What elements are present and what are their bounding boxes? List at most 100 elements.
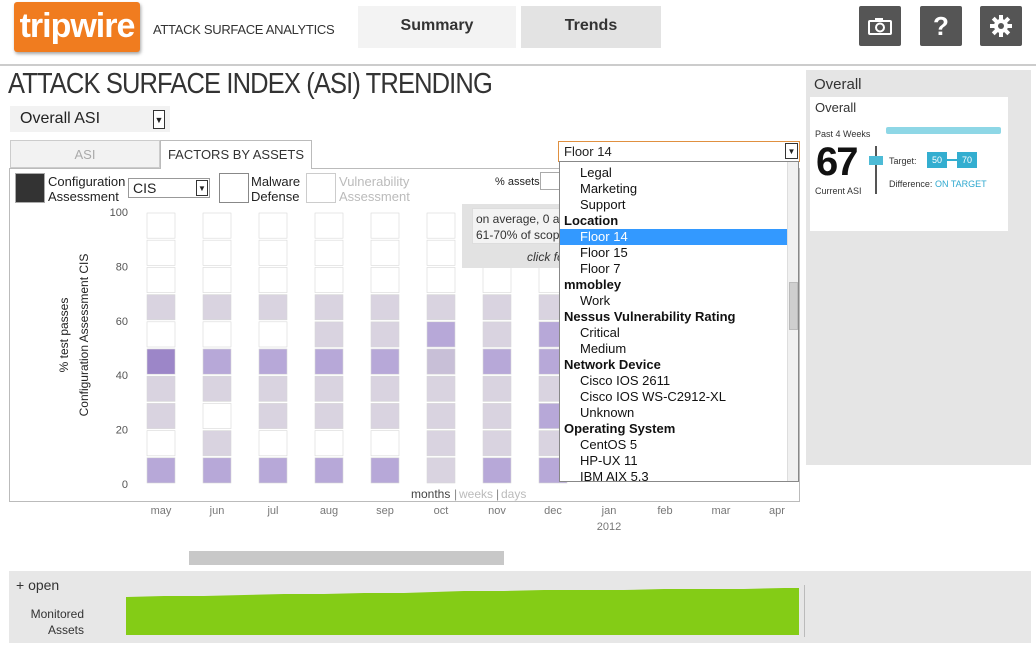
tab-trends[interactable]: Trends [521,6,661,48]
granularity-months[interactable]: months [411,487,450,501]
heatmap-cell[interactable] [146,212,176,239]
heatmap-cell[interactable] [146,321,176,348]
granularity-days[interactable]: days [501,487,526,501]
settings-button[interactable] [980,6,1022,46]
heatmap-cell[interactable] [146,457,176,484]
heatmap-cell[interactable] [482,457,512,484]
heatmap-cell[interactable] [314,375,344,402]
heatmap-cell[interactable] [314,239,344,266]
heatmap-cell[interactable] [482,321,512,348]
heatmap-cell[interactable] [482,267,512,293]
heatmap-cell[interactable] [370,294,400,321]
heatmap-cell[interactable] [146,239,176,266]
heatmap-cell[interactable] [370,403,400,429]
scrollbar-thumb[interactable] [789,282,798,330]
asset-filter-select[interactable]: Floor 14 [558,141,800,162]
heatmap-cell[interactable] [202,430,232,457]
heatmap-cell[interactable] [146,348,176,375]
dropdown-option[interactable]: Floor 7 [560,261,787,277]
chevron-down-icon[interactable]: ▼ [785,143,798,159]
heatmap-cell[interactable] [314,430,344,457]
dropdown-option[interactable]: Legal [560,165,787,181]
vulnerability-assessment-toggle[interactable] [306,173,336,203]
heatmap-cell[interactable] [370,457,400,484]
heatmap-cell[interactable] [202,348,232,375]
help-button[interactable]: ? [920,6,962,46]
heatmap-cell[interactable] [314,212,344,239]
camera-button[interactable] [859,6,901,46]
heatmap-cell[interactable] [370,375,400,402]
heatmap-cell[interactable] [202,212,232,239]
config-assessment-toggle[interactable] [15,173,45,203]
heatmap-cell[interactable] [482,375,512,402]
dropdown-option[interactable]: Floor 14 [560,229,787,245]
heatmap-cell[interactable] [202,403,232,429]
dropdown-option[interactable]: Critical [560,325,787,341]
heatmap-cell[interactable] [314,321,344,348]
heatmap-cell[interactable] [482,348,512,375]
subtab-factors-by-assets[interactable]: FACTORS BY ASSETS [160,140,312,169]
heatmap-cell[interactable] [426,212,456,239]
heatmap-cell[interactable] [370,348,400,375]
granularity-weeks[interactable]: weeks [458,487,493,501]
heatmap-cell[interactable] [258,212,288,239]
heatmap-cell[interactable] [314,348,344,375]
heatmap-cell[interactable] [370,212,400,239]
dropdown-scrollbar[interactable] [787,162,798,481]
heatmap-cell[interactable] [314,294,344,321]
dropdown-option[interactable]: Cisco IOS WS-C2912-XL [560,389,787,405]
dropdown-option[interactable]: Unknown [560,405,787,421]
tab-summary[interactable]: Summary [358,6,516,48]
heatmap-cell[interactable] [314,267,344,293]
heatmap-cell[interactable] [482,403,512,429]
heatmap-cell[interactable] [146,430,176,457]
heatmap-cell[interactable] [370,430,400,457]
heatmap-cell[interactable] [202,267,232,293]
heatmap-cell[interactable] [258,375,288,402]
heatmap-cell[interactable] [258,239,288,266]
heatmap-cell[interactable] [370,267,400,293]
horizontal-scrollbar[interactable] [189,551,504,565]
dropdown-option[interactable]: Floor 15 [560,245,787,261]
dropdown-option[interactable]: Marketing [560,181,787,197]
heatmap-cell[interactable] [426,348,456,375]
chevron-down-icon[interactable]: ▼ [196,180,208,196]
heatmap-cell[interactable] [426,267,456,293]
heatmap-cell[interactable] [426,430,456,457]
asset-filter-dropdown[interactable]: Legal Marketing Support Location Floor 14 Flo… [559,161,799,482]
dropdown-option[interactable]: Medium [560,341,787,357]
heatmap-cell[interactable] [258,321,288,348]
subtab-asi[interactable]: ASI [10,140,160,168]
dropdown-option[interactable]: IBM AIX 5.3 [560,469,787,481]
heatmap-cell[interactable] [258,457,288,484]
heatmap-cell[interactable] [258,348,288,375]
malware-defense-toggle[interactable] [219,173,249,203]
chevron-down-icon[interactable]: ▼ [153,110,165,129]
heatmap-cell[interactable] [314,403,344,429]
heatmap-cell[interactable] [426,375,456,402]
heatmap-cell[interactable] [370,239,400,266]
heatmap-cell[interactable] [202,457,232,484]
heatmap-cell[interactable] [426,457,456,484]
heatmap-cell[interactable] [426,239,456,266]
heatmap-cell[interactable] [258,403,288,429]
heatmap-cell[interactable] [482,430,512,457]
heatmap-cell[interactable] [426,403,456,429]
dropdown-option[interactable]: Support [560,197,787,213]
heatmap-cell[interactable] [426,321,456,348]
heatmap-cell[interactable] [258,294,288,321]
dropdown-option[interactable]: Cisco IOS 2611 [560,373,787,389]
heatmap-cell[interactable] [146,267,176,293]
heatmap-cell[interactable] [202,321,232,348]
heatmap-cell[interactable] [202,239,232,266]
heatmap-cell[interactable] [258,267,288,293]
heatmap-cell[interactable] [146,375,176,402]
dropdown-option[interactable]: CentOS 5 [560,437,787,453]
dropdown-option[interactable]: Work [560,293,787,309]
heatmap-cell[interactable] [146,403,176,429]
heatmap-cell[interactable] [202,375,232,402]
heatmap-cell[interactable] [314,457,344,484]
heatmap-cell[interactable] [146,294,176,321]
heatmap-cell[interactable] [426,294,456,321]
dropdown-option[interactable]: HP-UX 11 [560,453,787,469]
